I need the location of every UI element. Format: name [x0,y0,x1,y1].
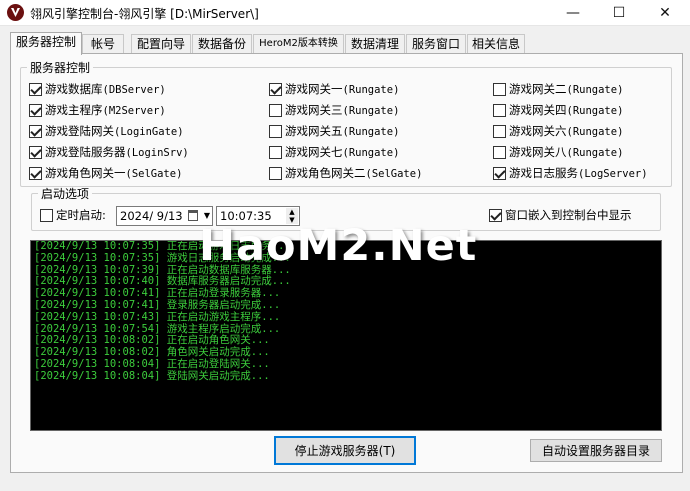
checkbox-box[interactable] [493,124,506,138]
start-time-field[interactable]: 10:07:35 ▲ ▼ [216,206,300,226]
checkbox-box[interactable] [29,145,42,159]
checkbox-box[interactable] [269,103,282,117]
checkbox-box[interactable] [489,208,502,222]
log-line: [2024/9/13 10:07:43] 正在启动游戏主程序... [34,310,281,323]
checkbox-rungate-1[interactable]: 游戏网关一(Rungate) [269,81,399,97]
timed-start-checkbox[interactable]: 定时启动: [40,207,106,223]
tab-config-wizard[interactable]: 配置向导 [131,34,191,54]
timed-start-label: 定时启动: [56,208,106,222]
checkbox-label: 游戏网关五(Rungate) [285,124,400,138]
checkbox-m2server[interactable]: 游戏主程序(M2Server) [29,102,166,118]
checkbox-box[interactable] [493,145,506,159]
checkbox-dbserver[interactable]: 游戏数据库(DBServer) [29,81,166,97]
checkbox-rungate-5[interactable]: 游戏网关五(Rungate) [269,123,399,139]
checkbox-box[interactable] [493,166,506,180]
checkbox-box[interactable] [29,103,42,117]
checkbox-rungate-2[interactable]: 游戏网关二(Rungate) [493,81,623,97]
maximize-button[interactable]: ☐ [596,0,642,26]
tab-service-window[interactable]: 服务窗口 [406,34,466,54]
start-date-value: 2024/ 9/13 [120,209,183,223]
tab-herom2-convert[interactable]: HeroM2版本转换 [253,34,344,54]
spin-up-icon[interactable]: ▲ [286,208,298,216]
close-icon: ✕ [659,5,671,21]
log-line: [2024/9/13 10:07:35] 游戏日志服务启动完成... [34,251,291,264]
log-line: [2024/9/13 10:08:04] 登陆网关启动完成... [34,369,270,382]
checkbox-label: 游戏登陆网关(LoginGate) [45,124,184,138]
spin-down-icon[interactable]: ▼ [286,216,298,224]
checkbox-rungate-3[interactable]: 游戏网关三(Rungate) [269,102,399,118]
checkbox-label: 游戏角色网关一(SelGate) [45,166,183,180]
checkbox-loginsrv[interactable]: 游戏登陆服务器(LoginSrv) [29,144,189,160]
app-logo-glyph [11,8,20,17]
checkbox-label: 游戏数据库(DBServer) [45,82,166,96]
checkbox-box[interactable] [40,208,53,222]
minimize-icon: — [566,5,580,21]
checkbox-label: 游戏日志服务(LogServer) [509,166,648,180]
checkbox-selgate-1[interactable]: 游戏角色网关一(SelGate) [29,165,182,181]
checkbox-rungate-6[interactable]: 游戏网关六(Rungate) [493,123,623,139]
tab-related-info[interactable]: 相关信息 [467,34,525,54]
tab-data-cleanup[interactable]: 数据清理 [345,34,405,54]
start-date-picker[interactable]: 2024/ 9/13 ▼ [116,206,213,226]
checkbox-label: 游戏网关三(Rungate) [285,103,400,117]
start-time-value: 10:07:35 [220,209,272,223]
checkbox-box[interactable] [269,82,282,96]
tab-server-control[interactable]: 服务器控制 [10,32,82,55]
checkbox-label: 游戏网关八(Rungate) [509,145,624,159]
window-title: 翎风引擎控制台-翎风引擎 [D:\MirServer\] [30,7,259,21]
checkbox-box[interactable] [269,145,282,159]
checkbox-label: 游戏角色网关二(SelGate) [285,166,423,180]
checkbox-logserver[interactable]: 游戏日志服务(LogServer) [493,165,648,181]
checkbox-box[interactable] [29,166,42,180]
calendar-icon[interactable] [188,210,198,221]
tab-account[interactable]: 帐号 [82,34,124,54]
chevron-down-icon[interactable]: ▼ [204,207,210,225]
auto-set-directory-button[interactable]: 自动设置服务器目录 [530,439,662,462]
checkbox-rungate-8[interactable]: 游戏网关八(Rungate) [493,144,623,160]
checkbox-box[interactable] [29,82,42,96]
server-control-legend: 服务器控制 [30,61,91,75]
tab-strip: 服务器控制 帐号 配置向导 数据备份 HeroM2版本转换 数据清理 服务窗口 … [10,32,686,55]
checkbox-box[interactable] [269,124,282,138]
stop-server-button[interactable]: 停止游戏服务器(T) [274,436,416,465]
close-button[interactable]: ✕ [642,0,688,26]
checkbox-logingate[interactable]: 游戏登陆网关(LoginGate) [29,123,184,139]
minimize-button[interactable]: — [550,0,596,26]
checkbox-box[interactable] [493,103,506,117]
checkbox-label: 游戏登陆服务器(LoginSrv) [45,145,189,159]
checkbox-label: 游戏网关六(Rungate) [509,124,624,138]
title-bar: 翎风引擎控制台-翎风引擎 [D:\MirServer\] — ☐ ✕ [0,0,690,26]
checkbox-label: 游戏网关七(Rungate) [285,145,400,159]
checkbox-box[interactable] [269,166,282,180]
maximize-icon: ☐ [612,5,626,21]
checkbox-label: 游戏网关二(Rungate) [509,82,624,96]
checkbox-rungate-7[interactable]: 游戏网关七(Rungate) [269,144,399,160]
checkbox-rungate-4[interactable]: 游戏网关四(Rungate) [493,102,623,118]
server-log-console[interactable]: [2024/9/13 10:07:35] 正在启动游戏日志服务... [2024/… [30,240,662,431]
checkbox-label: 游戏网关一(Rungate) [285,82,400,96]
checkbox-box[interactable] [493,82,506,96]
embed-window-checkbox[interactable]: 窗口嵌入到控制台中显示 [489,207,632,223]
app-logo-icon[interactable] [7,4,24,21]
checkbox-selgate-2[interactable]: 游戏角色网关二(SelGate) [269,165,422,181]
checkbox-box[interactable] [29,124,42,138]
checkbox-label: 游戏主程序(M2Server) [45,103,166,117]
tab-data-backup[interactable]: 数据备份 [192,34,252,54]
log-line: [2024/9/13 10:08:04] 正在启动登陆网关... [34,357,270,370]
startup-options-legend: 启动选项 [41,187,90,201]
checkbox-label: 游戏网关四(Rungate) [509,103,624,117]
log-line: [2024/9/13 10:07:41] 登录服务器启动完成... [34,298,281,311]
embed-window-label: 窗口嵌入到控制台中显示 [505,208,632,222]
